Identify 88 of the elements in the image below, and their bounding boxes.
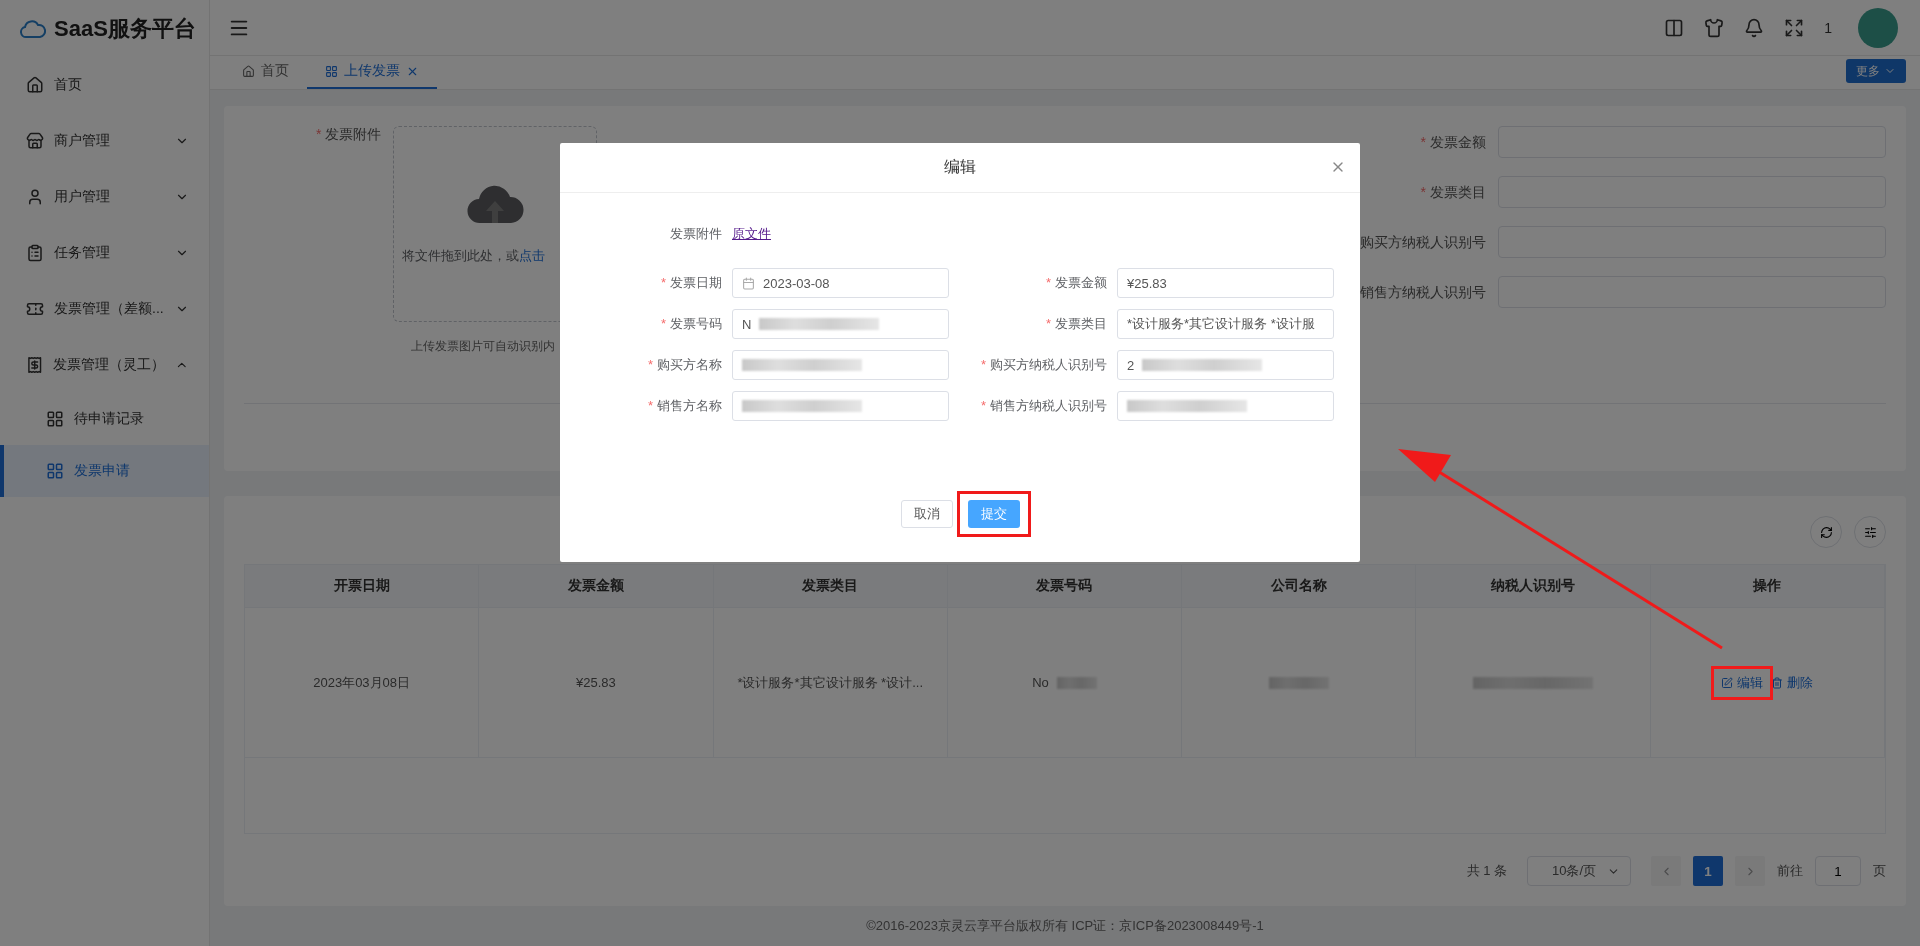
submit-button[interactable]: 提交 xyxy=(967,500,1020,528)
field-label: * 购买方纳税人识别号 xyxy=(979,356,1107,374)
refresh-icon xyxy=(1819,525,1833,539)
tab[interactable]: 上传发票 xyxy=(307,55,437,90)
column-header: 发票类目 xyxy=(713,565,948,608)
more-button[interactable]: 更多 xyxy=(1846,59,1906,84)
field-label: 购买方纳税人识别号 xyxy=(1359,233,1486,253)
cell-text: ¥25.83 xyxy=(576,675,616,691)
copyright-text: ©2016-2023京灵云享平台版权所有 ICP证：京ICP备2023008449号-1 xyxy=(865,917,1265,936)
calendar-icon xyxy=(742,276,755,290)
input-field[interactable]: ¥25.83 xyxy=(1117,268,1334,298)
drop-text: 将文件拖到此处，或点击 xyxy=(401,247,546,266)
blurred-patch xyxy=(1268,676,1329,689)
user-icon xyxy=(26,188,44,206)
sidebar-item[interactable]: 首页 xyxy=(0,57,209,113)
sidebar-item[interactable]: 发票管理（差额... xyxy=(0,281,209,337)
page-button[interactable]: 1 xyxy=(1693,856,1723,887)
total-count: 共 1 条 xyxy=(1466,862,1507,881)
column-header: 纳税人识别号 xyxy=(1416,565,1651,608)
field-label: * 销售方名称 xyxy=(646,397,722,415)
upload-hint: 上传发票图片可自动识别内 xyxy=(410,338,556,356)
input-field[interactable] xyxy=(732,391,949,421)
sidebar-item[interactable]: 商户管理 xyxy=(0,113,209,169)
goto-label: 前往 xyxy=(1777,862,1803,881)
sidebar-item[interactable]: 任务管理 xyxy=(0,225,209,281)
columns-icon[interactable] xyxy=(1664,17,1685,38)
page-size-select[interactable]: 10条/页 xyxy=(1527,856,1631,887)
page-unit: 页 xyxy=(1873,862,1886,881)
page-input[interactable]: 1 xyxy=(1815,856,1861,887)
input-field[interactable]: *设计服务*其它设计服务 *设计服 xyxy=(1117,309,1334,339)
sidebar-item[interactable]: 用户管理 xyxy=(0,169,209,225)
brand-name: SaaS服务平台 xyxy=(54,14,196,43)
upload-cloud-icon xyxy=(466,183,525,226)
cloud-logo-icon xyxy=(20,18,46,39)
field-label: * 发票金额 xyxy=(1419,133,1486,153)
original-file-link[interactable]: 原文件 xyxy=(732,225,771,243)
store-icon xyxy=(26,132,44,150)
delete-link[interactable]: 删除 xyxy=(1771,673,1814,692)
sidebar-item[interactable]: 发票申请 xyxy=(0,445,209,497)
refresh-button[interactable] xyxy=(1810,516,1842,549)
ticket-icon xyxy=(26,300,44,318)
trash-icon xyxy=(1771,676,1784,689)
field-label: * 发票附件 xyxy=(316,126,382,145)
cell-text: *设计服务*其它设计服务 *设计... xyxy=(737,673,923,692)
column-header: 发票号码 xyxy=(947,565,1183,608)
tab[interactable]: 首页 xyxy=(224,55,307,90)
dialog-title: 编辑 xyxy=(944,157,976,177)
shirt-icon[interactable] xyxy=(1704,17,1725,38)
edit-icon xyxy=(1721,676,1734,689)
grid-icon xyxy=(325,64,338,78)
receipt-icon xyxy=(26,356,44,374)
field-label: * 发票金额 xyxy=(1044,274,1107,292)
grid-icon xyxy=(46,410,64,428)
sliders-icon xyxy=(1863,525,1877,539)
column-header: 发票金额 xyxy=(479,565,714,608)
cell-text: No xyxy=(1032,675,1049,691)
date-field[interactable]: 2023-03-08 xyxy=(732,268,949,298)
field-label: 销售方纳税人识别号 xyxy=(1359,283,1486,303)
clipboard-icon xyxy=(26,244,44,262)
cell-text: 2023年03月08日 xyxy=(313,673,411,692)
bell-icon[interactable] xyxy=(1744,17,1765,38)
input-field[interactable]: 2 xyxy=(1117,350,1334,380)
sidebar-item[interactable]: 待申请记录 xyxy=(0,393,209,445)
column-header: 操作 xyxy=(1650,565,1885,608)
fullscreen-icon[interactable] xyxy=(1784,17,1805,38)
home-icon xyxy=(242,64,255,78)
field-label: * 发票类目 xyxy=(1419,183,1486,203)
field-label: * 发票号码 xyxy=(659,315,722,333)
edit-link[interactable]: 编辑 xyxy=(1721,673,1764,692)
grid-icon xyxy=(46,462,64,480)
input-field[interactable] xyxy=(1117,391,1334,421)
column-header: 公司名称 xyxy=(1182,565,1417,608)
cancel-button[interactable]: 取消 xyxy=(900,500,953,528)
field-label: 发票附件 xyxy=(669,225,722,243)
user-count: 1 xyxy=(1824,19,1832,36)
field-label: * 发票类目 xyxy=(1044,315,1107,333)
input-field[interactable]: N xyxy=(732,309,949,339)
columns-setting-button[interactable] xyxy=(1854,516,1886,549)
field-label: * 销售方纳税人识别号 xyxy=(979,397,1107,415)
blurred-patch xyxy=(1056,676,1097,689)
avatar[interactable] xyxy=(1858,7,1898,48)
field-label: * 购买方名称 xyxy=(646,356,722,374)
upload-link[interactable]: 点击 xyxy=(519,248,546,264)
input-field[interactable] xyxy=(732,350,949,380)
sidebar-item[interactable]: 发票管理（灵工） xyxy=(0,337,209,393)
home-icon xyxy=(26,76,44,94)
column-header: 开票日期 xyxy=(245,565,480,608)
field-label: * 发票日期 xyxy=(659,274,722,292)
